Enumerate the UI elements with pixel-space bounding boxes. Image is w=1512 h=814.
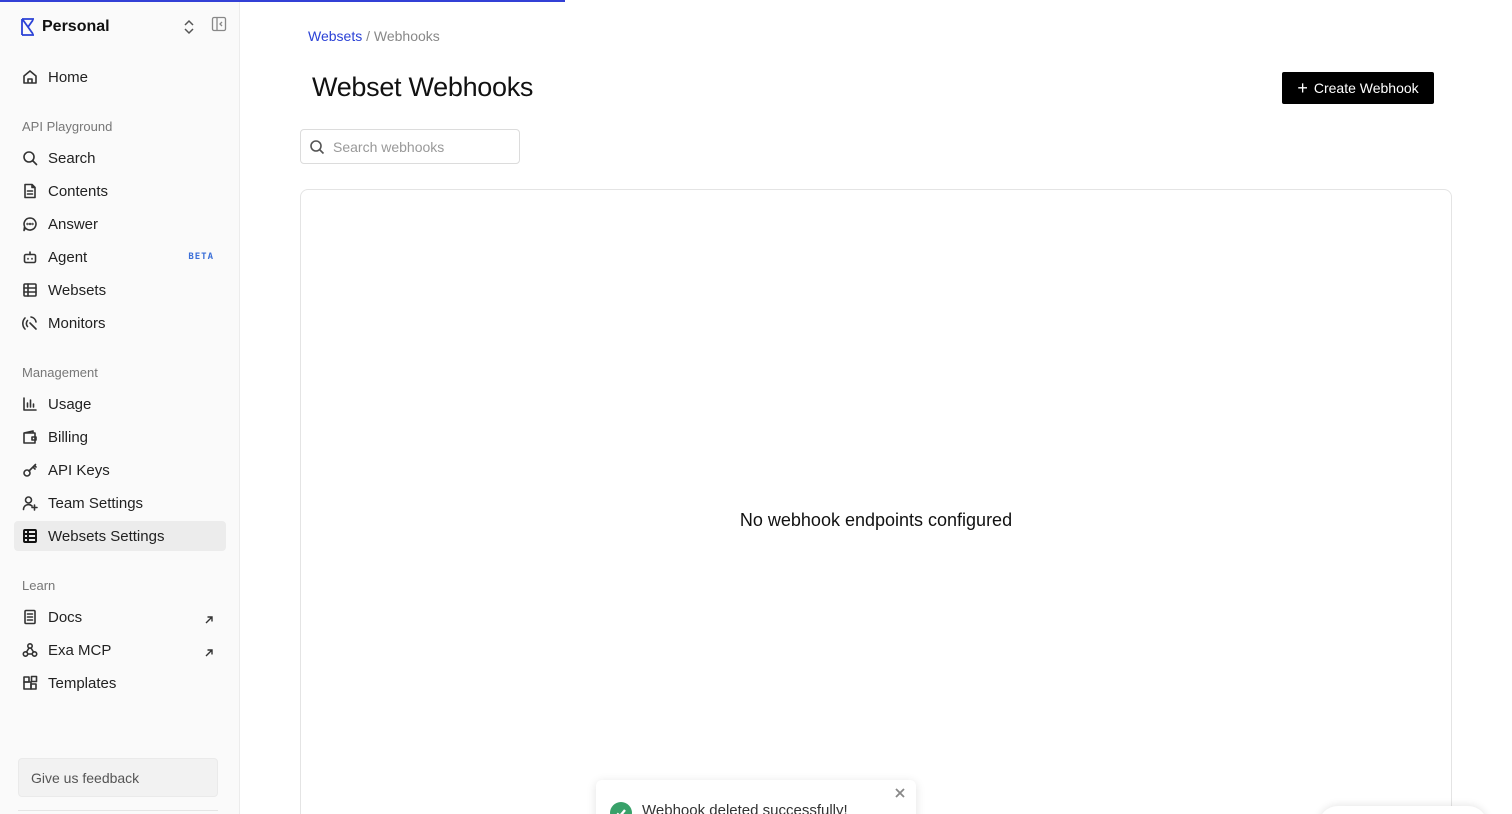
sidebar-item-label: Billing — [48, 428, 89, 446]
home-icon — [22, 69, 38, 85]
search-icon — [310, 139, 325, 154]
check-circle-icon — [610, 802, 632, 814]
sidebar-item-label: Answer — [48, 215, 99, 233]
external-link-icon — [204, 612, 214, 624]
floating-widget[interactable] — [1318, 806, 1488, 814]
document-icon — [22, 183, 38, 199]
sidebar-item-label: Monitors — [48, 314, 106, 332]
sidebar-item-home[interactable]: Home — [14, 62, 226, 92]
main-content: Websets / Webhooks Webset Webhooks + Cre… — [240, 0, 1512, 814]
sidebar-item-billing[interactable]: Billing — [14, 422, 226, 452]
sidebar-item-usage[interactable]: Usage — [14, 389, 226, 419]
table-icon — [22, 282, 38, 298]
sidebar: Personal Home API Playground Search Cont… — [0, 0, 240, 814]
breadcrumb-separator: / — [362, 28, 374, 44]
sidebar-item-api-keys[interactable]: API Keys — [14, 455, 226, 485]
sidebar-item-label: Search — [48, 149, 96, 167]
page-title: Webset Webhooks — [312, 72, 534, 102]
toast-notification: Webhook deleted successfully! — [596, 780, 916, 814]
sidebar-item-websets-settings[interactable]: Websets Settings — [14, 521, 226, 551]
webhook-icon — [22, 642, 38, 658]
sidebar-item-label: Contents — [48, 182, 109, 200]
key-icon — [22, 462, 38, 478]
breadcrumb-link-websets[interactable]: Websets — [308, 28, 362, 44]
sidebar-item-search[interactable]: Search — [14, 143, 226, 173]
plus-icon: + — [1297, 78, 1308, 98]
breadcrumb: Websets / Webhooks — [308, 28, 440, 44]
sidebar-divider — [18, 810, 218, 811]
search-icon — [22, 150, 38, 166]
sidebar-item-contents[interactable]: Contents — [14, 176, 226, 206]
workspace-name: Personal — [42, 18, 110, 35]
collapse-sidebar-icon[interactable] — [211, 16, 227, 32]
bar-chart-icon — [22, 396, 38, 412]
sidebar-item-label: Home — [48, 68, 89, 86]
sidebar-item-docs[interactable]: Docs — [14, 602, 226, 632]
sidebar-item-label: Websets — [48, 281, 107, 299]
wallet-icon — [22, 429, 38, 445]
sidebar-item-agent[interactable]: Agent BETA — [14, 242, 226, 272]
breadcrumb-current: Webhooks — [373, 28, 440, 44]
sidebar-item-label: Websets Settings — [48, 527, 165, 545]
external-link-icon — [204, 645, 214, 657]
search-input[interactable] — [333, 138, 503, 155]
radar-icon — [22, 315, 38, 331]
sidebar-item-label: API Keys — [48, 461, 110, 479]
sidebar-item-label: Team Settings — [48, 494, 144, 512]
user-plus-icon — [22, 495, 38, 511]
sidebar-item-label: Exa MCP — [48, 641, 112, 659]
sidebar-item-answer[interactable]: Answer — [14, 209, 226, 239]
templates-icon — [22, 675, 38, 691]
sidebar-item-exa-mcp[interactable]: Exa MCP — [14, 635, 226, 665]
feedback-button[interactable]: Give us feedback — [18, 758, 218, 797]
section-title-management: Management — [22, 365, 98, 380]
webhooks-panel: No webhook endpoints configured — [300, 189, 1452, 814]
chevron-up-down-icon[interactable] — [181, 17, 197, 37]
sidebar-item-label: Docs — [48, 608, 83, 626]
sidebar-item-label: Templates — [48, 674, 117, 692]
page-load-progress-bar — [0, 0, 565, 2]
beta-badge: BETA — [188, 252, 214, 262]
search-webhooks-field[interactable] — [300, 129, 520, 164]
sidebar-item-label: Agent — [48, 248, 88, 266]
empty-state-message: No webhook endpoints configured — [739, 510, 1013, 530]
close-icon[interactable] — [894, 786, 908, 800]
robot-icon — [22, 249, 38, 265]
section-title-learn: Learn — [22, 578, 56, 593]
exa-logo-icon — [21, 18, 34, 36]
create-webhook-label: Create Webhook — [1313, 80, 1419, 96]
section-title-api-playground: API Playground — [22, 119, 113, 134]
sidebar-item-websets[interactable]: Websets — [14, 275, 226, 305]
table-icon — [22, 528, 38, 544]
sidebar-item-templates[interactable]: Templates — [14, 668, 226, 698]
book-icon — [22, 609, 38, 625]
create-webhook-button[interactable]: + Create Webhook — [1282, 72, 1434, 104]
workspace-switcher[interactable]: Personal — [20, 16, 110, 38]
chat-bubble-icon — [22, 216, 38, 232]
toast-message: Webhook deleted successfully! — [642, 802, 848, 814]
sidebar-item-label: Usage — [48, 395, 92, 413]
sidebar-item-monitors[interactable]: Monitors — [14, 308, 226, 338]
sidebar-item-team-settings[interactable]: Team Settings — [14, 488, 226, 518]
